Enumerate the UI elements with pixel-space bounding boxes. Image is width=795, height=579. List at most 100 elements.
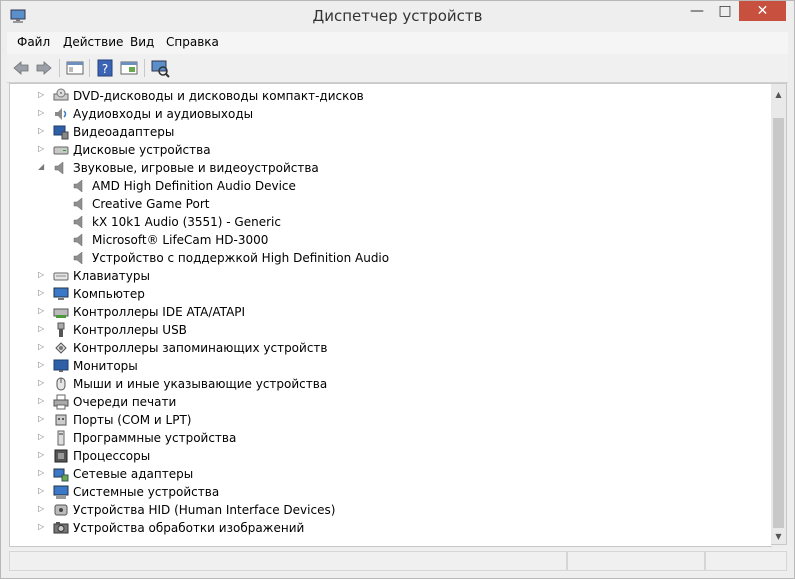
collapsed-arrow-icon[interactable]: ▷ bbox=[38, 342, 44, 351]
collapsed-arrow-icon[interactable]: ▷ bbox=[38, 288, 44, 297]
toolbar: ? bbox=[7, 54, 788, 83]
back-arrow-icon[interactable] bbox=[11, 58, 31, 78]
toolbar-separator bbox=[59, 59, 60, 77]
speaker-icon bbox=[54, 161, 64, 175]
menu-action[interactable]: Действие bbox=[63, 35, 123, 49]
tree-device-item[interactable]: Creative Game Port bbox=[10, 195, 770, 213]
display-adapter-icon bbox=[53, 125, 69, 140]
tree-category-item[interactable]: ▷ Очереди печати bbox=[10, 393, 770, 411]
system-device-icon bbox=[53, 485, 69, 499]
minimize-button[interactable]: — bbox=[683, 1, 711, 21]
collapsed-arrow-icon[interactable]: ▷ bbox=[38, 90, 44, 99]
title-bar[interactable]: Диспетчер устройств — □ ✕ bbox=[1, 1, 794, 31]
tree-item-label: Клавиатуры bbox=[73, 269, 150, 283]
device-manager-window: Диспетчер устройств — □ ✕ Файл Действие … bbox=[0, 0, 795, 579]
tree-item-label: Мыши и иные указывающие устройства bbox=[73, 377, 328, 391]
tree-item-label: Устройства HID (Human Interface Devices) bbox=[73, 503, 336, 517]
monitor-icon bbox=[53, 359, 69, 372]
tree-category-item[interactable]: ▷ Системные устройства bbox=[10, 483, 770, 501]
tree-item-label: Контроллеры IDE ATA/ATAPI bbox=[73, 305, 246, 319]
speaker-icon bbox=[73, 251, 83, 265]
tree-category-item[interactable]: ▷ Компьютер bbox=[10, 285, 770, 303]
tree-category-item[interactable]: ▷ Контроллеры запоминающих устройств bbox=[10, 339, 770, 357]
tree-item-label: Устройства обработки изображений bbox=[73, 521, 305, 535]
tree-category-item[interactable]: ▷ Видеоадаптеры bbox=[10, 123, 770, 141]
collapsed-arrow-icon[interactable]: ▷ bbox=[38, 378, 44, 387]
device-tree[interactable]: ▷ DVD-дисководы и дисководы компакт-диско… bbox=[9, 83, 772, 547]
status-pane-secondary bbox=[567, 551, 705, 571]
tree-category-item[interactable]: ◢ Звуковые, игровые и видеоустройства bbox=[10, 159, 770, 177]
window-title: Диспетчер устройств bbox=[312, 7, 483, 25]
collapsed-arrow-icon[interactable]: ▷ bbox=[38, 360, 44, 369]
close-button[interactable]: ✕ bbox=[739, 1, 786, 21]
collapsed-arrow-icon[interactable]: ▷ bbox=[38, 270, 44, 279]
toolbar-separator bbox=[144, 59, 145, 77]
console-tree-icon[interactable] bbox=[65, 58, 85, 78]
tree-category-item[interactable]: ▷ Дисковые устройства bbox=[10, 141, 770, 159]
tree-item-label: Microsoft® LifeCam HD-3000 bbox=[92, 233, 269, 247]
tree-category-item[interactable]: ▷ Сетевые адаптеры bbox=[10, 465, 770, 483]
tree-item-label: DVD-дисководы и дисководы компакт-дисков bbox=[73, 89, 364, 103]
svg-text:?: ? bbox=[102, 62, 108, 76]
tree-category-item[interactable]: ▷ Мониторы bbox=[10, 357, 770, 375]
properties-icon[interactable] bbox=[119, 58, 139, 78]
collapsed-arrow-icon[interactable]: ▷ bbox=[38, 468, 44, 477]
tree-category-item[interactable]: ▷ DVD-дисководы и дисководы компакт-диско… bbox=[10, 87, 770, 105]
dvd-drive-icon bbox=[53, 88, 69, 101]
tree-category-item[interactable]: ▷ Мыши и иные указывающие устройства bbox=[10, 375, 770, 393]
tree-item-label: Мониторы bbox=[73, 359, 138, 373]
hid-icon bbox=[54, 504, 68, 516]
collapsed-arrow-icon[interactable]: ▷ bbox=[38, 108, 44, 117]
help-icon[interactable]: ? bbox=[95, 58, 115, 78]
menu-view[interactable]: Вид bbox=[130, 35, 154, 49]
collapsed-arrow-icon[interactable]: ▷ bbox=[38, 432, 44, 441]
expanded-arrow-icon[interactable]: ◢ bbox=[38, 162, 44, 171]
processor-icon bbox=[54, 449, 68, 463]
collapsed-arrow-icon[interactable]: ▷ bbox=[38, 324, 44, 333]
tree-category-item[interactable]: ▷ Аудиовходы и аудиовыходы bbox=[10, 105, 770, 123]
tree-category-item[interactable]: ▷ Устройства обработки изображений bbox=[10, 519, 770, 537]
collapsed-arrow-icon[interactable]: ▷ bbox=[38, 486, 44, 495]
collapsed-arrow-icon[interactable]: ▷ bbox=[38, 126, 44, 135]
status-pane-main bbox=[9, 551, 567, 571]
printer-icon bbox=[53, 394, 69, 410]
tree-device-item[interactable]: Microsoft® LifeCam HD-3000 bbox=[10, 231, 770, 249]
scroll-down-arrow-icon[interactable]: ▼ bbox=[771, 529, 786, 545]
speaker-icon bbox=[73, 215, 83, 229]
forward-arrow-icon[interactable] bbox=[34, 58, 54, 78]
tree-category-item[interactable]: ▷ Порты (COM и LPT) bbox=[10, 411, 770, 429]
tree-category-item[interactable]: ▷ Контроллеры IDE ATA/ATAPI bbox=[10, 303, 770, 321]
collapsed-arrow-icon[interactable]: ▷ bbox=[38, 396, 44, 405]
tree-category-item[interactable]: ▷ Программные устройства bbox=[10, 429, 770, 447]
tree-device-item[interactable]: AMD High Definition Audio Device bbox=[10, 177, 770, 195]
scrollbar-thumb[interactable] bbox=[773, 118, 784, 528]
vertical-scrollbar[interactable]: ▲ ▼ bbox=[771, 83, 787, 545]
audio-io-icon bbox=[55, 108, 67, 120]
menu-help[interactable]: Справка bbox=[166, 35, 219, 49]
tree-item-label: Звуковые, игровые и видеоустройства bbox=[73, 161, 319, 175]
speaker-icon bbox=[73, 197, 83, 211]
collapsed-arrow-icon[interactable]: ▷ bbox=[38, 414, 44, 423]
scroll-up-arrow-icon[interactable]: ▲ bbox=[771, 87, 786, 103]
tree-category-item[interactable]: ▷ Процессоры bbox=[10, 447, 770, 465]
collapsed-arrow-icon[interactable]: ▷ bbox=[38, 522, 44, 531]
collapsed-arrow-icon[interactable]: ▷ bbox=[38, 504, 44, 513]
speaker-icon bbox=[73, 179, 83, 193]
collapsed-arrow-icon[interactable]: ▷ bbox=[38, 144, 44, 153]
tree-category-item[interactable]: ▷ Устройства HID (Human Interface Devices… bbox=[10, 501, 770, 519]
tree-device-item[interactable]: kX 10k1 Audio (3551) - Generic bbox=[10, 213, 770, 231]
collapsed-arrow-icon[interactable]: ▷ bbox=[38, 306, 44, 315]
tree-item-label: Сетевые адаптеры bbox=[73, 467, 194, 481]
scan-hardware-icon[interactable] bbox=[150, 58, 170, 78]
tree-item-label: Системные устройства bbox=[73, 485, 220, 499]
speaker-icon bbox=[73, 233, 83, 247]
tree-category-item[interactable]: ▷ Клавиатуры bbox=[10, 267, 770, 285]
maximize-button[interactable]: □ bbox=[711, 1, 739, 21]
tree-item-label: Процессоры bbox=[73, 449, 151, 463]
tree-device-item[interactable]: Устройство с поддержкой High Definition … bbox=[10, 249, 770, 267]
menu-file[interactable]: Файл bbox=[17, 35, 50, 49]
tree-item-label: Видеоадаптеры bbox=[73, 125, 175, 139]
collapsed-arrow-icon[interactable]: ▷ bbox=[38, 450, 44, 459]
tree-category-item[interactable]: ▷ Контроллеры USB bbox=[10, 321, 770, 339]
usb-icon bbox=[57, 322, 65, 337]
